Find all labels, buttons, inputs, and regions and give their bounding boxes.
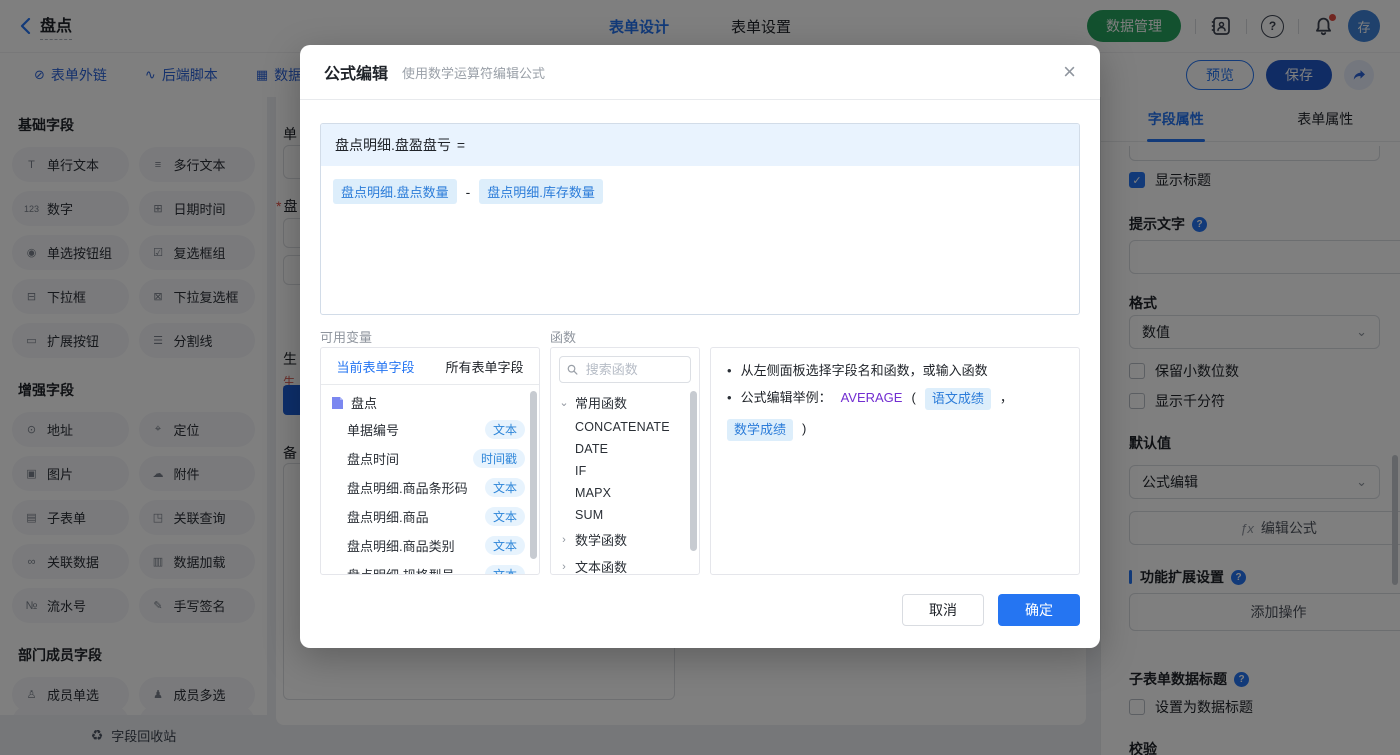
modal-footer: 取消 确定 [902,594,1080,626]
form-doc-icon [332,396,343,409]
formula-equals: = [456,137,466,153]
type-badge: 文本 [484,420,525,439]
formula-field-chip[interactable]: 盘点明细.库存数量 [479,179,603,204]
variable-item[interactable]: 盘点时间 时间戳 [321,444,539,473]
cancel-button[interactable]: 取消 [902,594,984,626]
formula-editor-box: 盘点明细.盘盈盘亏 = 盘点明细.盘点数量 - 盘点明细.库存数量 [320,123,1080,315]
variables-tree-root[interactable]: 盘点 [321,385,539,415]
tips-panel: • 从左侧面板选择字段名和函数，或输入函数 • 公式编辑举例： AVERAGE … [710,347,1080,575]
formula-target: 盘点明细.盘盈盘亏 [335,137,451,153]
variables-list: 盘点 单据编号 文本 盘点时间 时间戳 盘点明细.商品条形码 文本 盘点明细.商… [321,385,539,574]
type-badge: 时间戳 [472,449,525,468]
type-badge: 文本 [484,536,525,555]
modal-subtitle: 使用数学运算符编辑公式 [402,65,546,81]
close-icon[interactable]: × [1063,61,1076,83]
tip-line-1: • 从左侧面板选择字段名和函数，或输入函数 [727,361,1063,381]
function-search-box[interactable] [559,356,691,383]
modal-title: 公式编辑 [324,66,389,83]
function-group-common[interactable]: ⌄ 常用函数 [551,389,699,416]
function-item[interactable]: CONCATENATE [551,416,699,438]
variable-item[interactable]: 单据编号 文本 [321,415,539,444]
modal-header: 公式编辑 使用数学运算符编辑公式 × [300,45,1100,100]
function-item[interactable]: IF [551,460,699,482]
example-function-name: AVERAGE [840,390,903,405]
search-icon [567,364,578,375]
confirm-button[interactable]: 确定 [998,594,1080,626]
functions-section-label: 函数 [550,330,577,345]
function-item[interactable]: DATE [551,438,699,460]
formula-target-row: 盘点明细.盘盈盘亏 = [321,124,1079,166]
type-badge: 文本 [484,565,525,574]
function-search-input[interactable] [583,361,683,378]
functions-scrollbar[interactable] [690,391,697,551]
chevron-down-icon: ⌄ [559,397,569,409]
example-field-chip: 数学成绩 [727,419,794,441]
tree-root-label: 盘点 [351,396,378,411]
functions-panel: ⌄ 常用函数 CONCATENATE DATE IF MAPX SUM › 数学… [550,347,700,575]
function-item[interactable]: MAPX [551,482,699,504]
tab-current-form-fields[interactable]: 当前表单字段 [321,348,430,384]
chevron-right-icon: › [562,533,566,546]
chevron-right-icon: › [562,560,566,573]
variable-item[interactable]: 盘点明细.商品 文本 [321,502,539,531]
variable-item[interactable]: 盘点明细.商品类别 文本 [321,531,539,560]
example-field-chip: 语文成绩 [924,388,991,410]
variables-scrollbar[interactable] [530,391,537,559]
variables-panel: 当前表单字段 所有表单字段 盘点 单据编号 文本 盘点时间 时间戳 盘点明细.商… [320,347,540,575]
variables-tabs: 当前表单字段 所有表单字段 [321,348,539,385]
function-group-text[interactable]: › 文本函数 [551,553,699,573]
variable-item[interactable]: 盘点明细.商品条形码 文本 [321,473,539,502]
type-badge: 文本 [484,507,525,526]
variable-item[interactable]: 盘点明细.规格型号 文本 [321,560,539,574]
bullet: • [727,363,732,378]
variables-section-label: 可用变量 [320,330,373,345]
function-group-math[interactable]: › 数学函数 [551,526,699,553]
formula-editor-modal: 公式编辑 使用数学运算符编辑公式 × 盘点明细.盘盈盘亏 = 盘点明细.盘点数量… [300,45,1100,648]
function-item[interactable]: SUM [551,504,699,526]
tip-line-2: • 公式编辑举例： AVERAGE ( 语文成绩 ， 数学成绩 ) [727,388,1063,441]
type-badge: 文本 [484,478,525,497]
formula-field-chip[interactable]: 盘点明细.盘点数量 [333,179,457,204]
app-root: 盘点 表单设计 表单设置 数据管理 ? 存 ⊘ 表单外链 [0,0,1400,755]
functions-list: ⌄ 常用函数 CONCATENATE DATE IF MAPX SUM › 数学… [551,389,699,573]
formula-operator: - [465,183,471,200]
formula-expression[interactable]: 盘点明细.盘点数量 - 盘点明细.库存数量 [321,166,1079,217]
tab-all-form-fields[interactable]: 所有表单字段 [430,348,539,384]
bullet: • [727,390,732,405]
